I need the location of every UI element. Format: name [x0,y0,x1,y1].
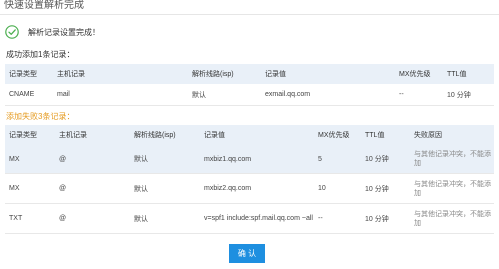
confirm-button[interactable]: 确 认 [229,244,265,263]
col-record-type: 记录类型 [5,125,55,145]
failed-table: 记录类型 主机记录 解析线路(isp) 记录值 MX优先级 TTL值 失败原因 … [5,125,494,234]
cell-record-type: TXT [5,203,55,234]
cell-ttl: 10 分钟 [443,84,494,106]
cell-mx-priority: -- [314,203,361,234]
cell-record-value: mxbiz2.qq.com [200,173,314,204]
cell-mx-priority: 10 [314,173,361,204]
failed-header: 添加失败3条记录： [6,112,75,121]
cell-ttl: 10 分钟 [361,145,410,174]
title-divider [0,14,499,15]
cell-host-record: mail [53,84,188,106]
cell-record-value: v=spf1 include:spf.mail.qq.com ~all [200,203,314,234]
cell-record-type: MX [5,173,55,204]
col-host-record: 主机记录 [55,125,130,145]
cell-isp-line: 默认 [130,145,200,174]
col-isp-line: 解析线路(isp) [130,125,200,145]
cell-ttl: 10 分钟 [361,203,410,234]
cell-mx-priority: -- [395,84,443,106]
table-row: TXT @ 默认 v=spf1 include:spf.mail.qq.com … [5,203,494,234]
col-mx-priority: MX优先级 [395,64,443,84]
col-ttl: TTL值 [361,125,410,145]
cell-record-type: CNAME [5,84,53,106]
cell-mx-priority: 5 [314,145,361,174]
col-record-value: 记录值 [200,125,314,145]
col-ttl: TTL值 [443,64,494,84]
col-record-type: 记录类型 [5,64,53,84]
cell-record-value: exmail.qq.com [261,84,395,106]
window-title: 快速设置解析完成 [4,0,84,11]
cell-host-record: @ [55,145,130,174]
table-row: CNAME mail 默认 exmail.qq.com -- 10 分钟 [5,84,494,106]
success-table: 记录类型 主机记录 解析线路(isp) 记录值 MX优先级 TTL值 CNAME… [5,64,494,106]
cell-record-value: mxbiz1.qq.com [200,145,314,174]
check-circle-icon [5,25,19,39]
table-row: MX @ 默认 mxbiz1.qq.com 5 10 分钟 与其他记录冲突，不能… [5,145,494,174]
col-record-value: 记录值 [261,64,395,84]
status-message: 解析记录设置完成！ [28,28,100,37]
cell-fail-reason: 与其他记录冲突，不能添加 [410,145,494,174]
cell-fail-reason: 与其他记录冲突，不能添加 [410,173,494,204]
cell-host-record: @ [55,173,130,204]
col-host-record: 主机记录 [53,64,188,84]
cell-host-record: @ [55,203,130,234]
cell-isp-line: 默认 [188,84,261,106]
col-mx-priority: MX优先级 [314,125,361,145]
col-isp-line: 解析线路(isp) [188,64,261,84]
cell-ttl: 10 分钟 [361,173,410,204]
cell-fail-reason: 与其他记录冲突，不能添加 [410,203,494,234]
success-header: 成功添加1条记录： [6,50,75,59]
success-table-header: 记录类型 主机记录 解析线路(isp) 记录值 MX优先级 TTL值 [5,64,494,84]
cell-isp-line: 默认 [130,173,200,204]
failed-table-header: 记录类型 主机记录 解析线路(isp) 记录值 MX优先级 TTL值 失败原因 [5,125,494,145]
cell-isp-line: 默认 [130,203,200,234]
table-row: MX @ 默认 mxbiz2.qq.com 10 10 分钟 与其他记录冲突，不… [5,173,494,204]
col-fail-reason: 失败原因 [410,125,494,145]
cell-record-type: MX [5,145,55,174]
